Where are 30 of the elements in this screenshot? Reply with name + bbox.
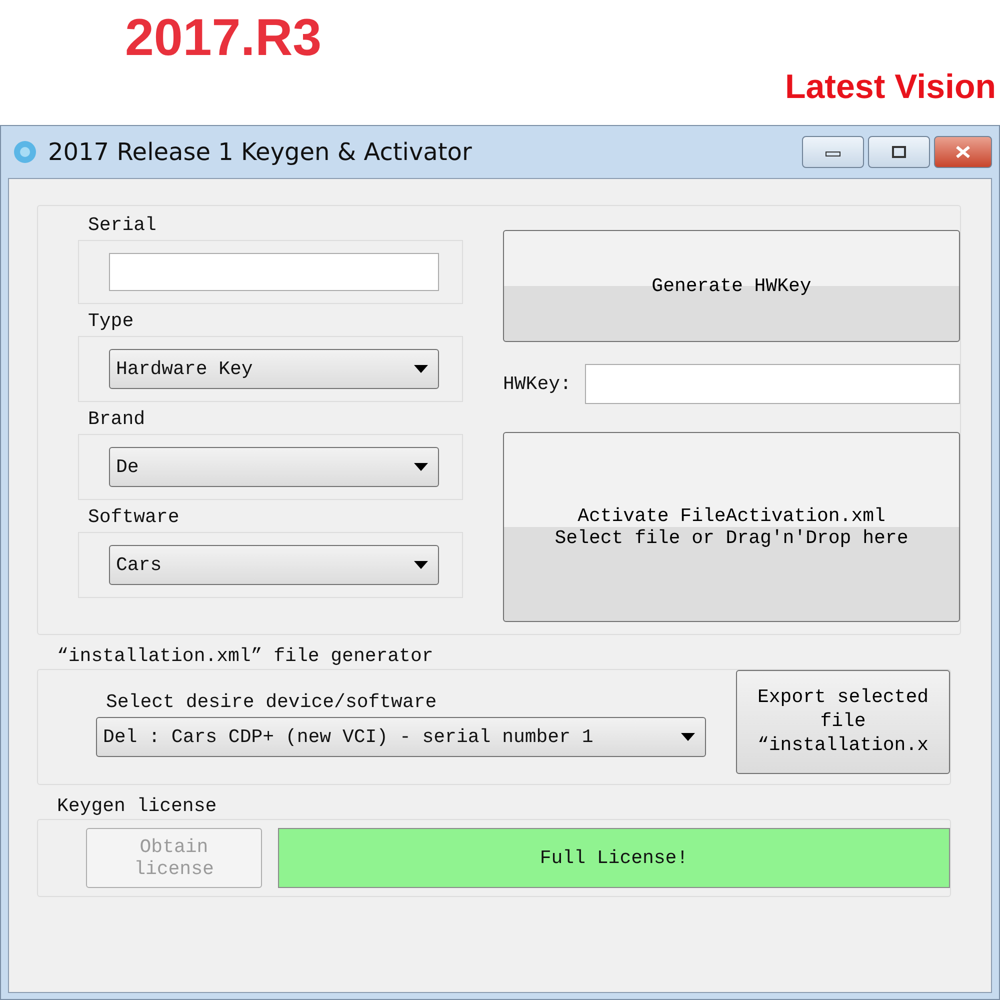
export-button[interactable]: Export selected file “installation.x	[736, 670, 950, 774]
field-label: Brand	[87, 407, 146, 432]
minimize-button[interactable]	[802, 136, 864, 168]
dropdown-arrow-icon	[681, 733, 695, 741]
field-label: Software	[87, 505, 180, 530]
section-title: Keygen license	[56, 794, 218, 819]
hwkey-field[interactable]	[585, 364, 960, 404]
field-label: Serial	[87, 213, 158, 238]
dropdown[interactable]: Cars	[109, 545, 439, 585]
section-title: “installation.xml” file generator	[56, 644, 434, 669]
maximize-button[interactable]	[868, 136, 930, 168]
maximize-icon	[889, 145, 909, 159]
banner-subtitle: Latest Vision	[785, 68, 996, 107]
device-dropdown[interactable]: Del : Cars CDP+ (new VCI) - serial number 1	[96, 717, 706, 757]
serial-field[interactable]	[109, 253, 439, 291]
dropdown-arrow-icon	[414, 561, 428, 569]
dropdown[interactable]: Hardware Key	[109, 349, 439, 389]
dropdown-arrow-icon	[414, 365, 428, 373]
license-status: Full License!	[278, 828, 950, 888]
activate-button[interactable]: Activate FileActivation.xml Select file or Drag'n'Drop here	[503, 432, 960, 622]
window-title: 2017 Release 1 Keygen & Activator	[48, 138, 472, 166]
app-icon	[12, 139, 38, 165]
generate-button[interactable]: Generate HWKey	[503, 230, 960, 342]
banner-title: 2017.R3	[125, 8, 322, 68]
dropdown-arrow-icon	[414, 463, 428, 471]
close-button[interactable]	[934, 136, 992, 168]
hwkey-label: HWKey:	[503, 372, 572, 397]
field-label: Select desire device/software	[105, 690, 438, 715]
dropdown[interactable]: De	[109, 447, 439, 487]
field-label: Type	[87, 309, 135, 334]
